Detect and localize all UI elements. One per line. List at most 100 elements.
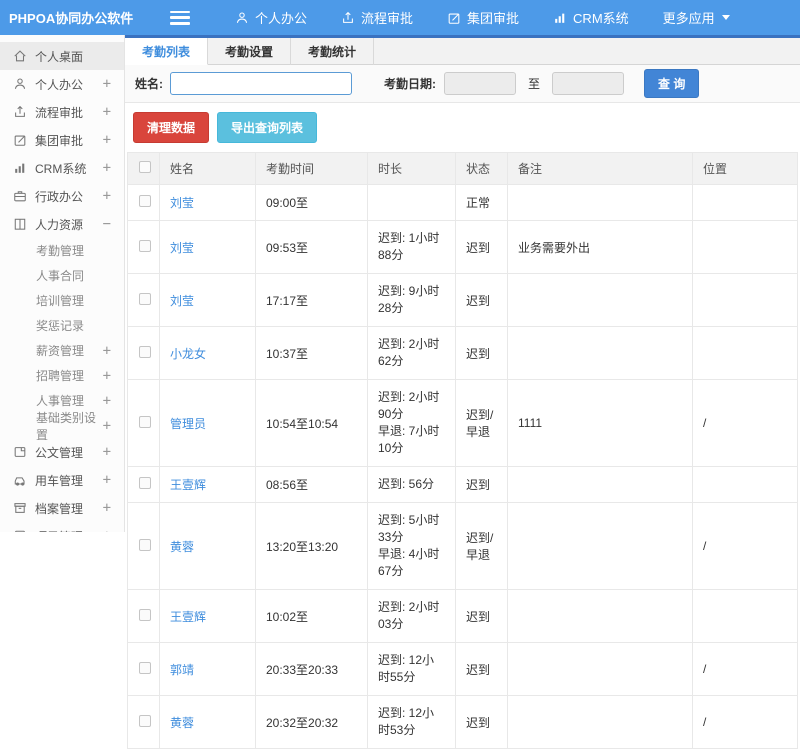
name-cell: 刘莹 bbox=[159, 220, 256, 274]
duration-cell: 迟到: 5小时33分 早退: 4小时67分 bbox=[367, 502, 456, 590]
sidebar-subitem-1[interactable]: 人事合同 bbox=[0, 263, 124, 288]
sidebar-subitem-label: 考勤管理 bbox=[36, 244, 85, 258]
expand-toggle-icon[interactable]: + bbox=[103, 418, 111, 434]
employee-name-link[interactable]: 管理员 bbox=[170, 417, 206, 431]
sidebar-subitem-7[interactable]: 基础类别设置 + bbox=[0, 411, 124, 442]
sidebar-item-9[interactable]: 档案管理 + bbox=[0, 494, 124, 522]
employee-name-link[interactable]: 黄蓉 bbox=[170, 540, 194, 554]
employee-name-link[interactable]: 王壹辉 bbox=[170, 478, 206, 492]
employee-name-link[interactable]: 小龙女 bbox=[170, 347, 206, 361]
expand-toggle-icon[interactable]: + bbox=[103, 500, 111, 516]
sidebar-item-label: 流程审批 bbox=[35, 105, 84, 120]
sidebar-item-0[interactable]: 个人桌面 bbox=[0, 42, 124, 70]
employee-name-link[interactable]: 郭靖 bbox=[170, 663, 194, 677]
doc-icon bbox=[13, 445, 27, 459]
sidebar-subitem-2[interactable]: 培训管理 bbox=[0, 288, 124, 313]
export-list-button[interactable]: 导出查询列表 bbox=[217, 112, 318, 143]
row-checkbox[interactable] bbox=[139, 415, 151, 428]
row-checkbox[interactable] bbox=[139, 477, 151, 489]
sidebar-item-label: 项目管理 bbox=[35, 528, 83, 533]
expand-toggle-icon[interactable]: + bbox=[103, 528, 111, 532]
search-button[interactable]: 查 询 bbox=[644, 69, 700, 98]
nav-item-3[interactable]: CRM系统 bbox=[536, 0, 646, 35]
expand-toggle-icon[interactable]: + bbox=[103, 76, 111, 92]
chart-icon bbox=[13, 161, 27, 175]
sidebar-item-5[interactable]: 行政办公 + bbox=[0, 182, 124, 210]
edit-icon bbox=[13, 133, 27, 147]
status-cell: 迟到/早退 bbox=[455, 379, 508, 467]
sidebar-item-6[interactable]: 人力资源 − bbox=[0, 210, 124, 238]
name-cell: 小龙女 bbox=[159, 326, 256, 380]
sidebar-submenu: 考勤管理 人事合同 培训管理 奖惩记录 薪资管理 + 招聘管理 + 人事管理 + 基础类别设置 + bbox=[0, 238, 124, 442]
tab-0[interactable]: 考勤列表 bbox=[125, 38, 209, 65]
header-checkbox-cell bbox=[127, 152, 160, 185]
sidebar-subitem-label: 薪资管理 bbox=[36, 344, 85, 358]
location-cell: / bbox=[692, 642, 798, 696]
sidebar-item-10[interactable]: 项目管理 + bbox=[0, 522, 124, 532]
menu-icon[interactable] bbox=[170, 10, 190, 25]
sidebar-item-4[interactable]: CRM系统 + bbox=[0, 154, 124, 182]
employee-name-link[interactable]: 刘莹 bbox=[170, 294, 194, 308]
employee-name-link[interactable]: 刘莹 bbox=[170, 196, 194, 210]
expand-toggle-icon[interactable]: + bbox=[103, 444, 111, 460]
row-checkbox[interactable] bbox=[139, 195, 151, 207]
attendance-time-cell: 09:00至 bbox=[255, 184, 368, 221]
actions-bar: 清理数据 导出查询列表 bbox=[125, 103, 800, 152]
location-cell bbox=[692, 466, 798, 503]
expand-toggle-icon[interactable]: − bbox=[103, 216, 111, 232]
employee-name-link[interactable]: 黄蓉 bbox=[170, 716, 194, 730]
sidebar-subitem-0[interactable]: 考勤管理 bbox=[0, 238, 124, 263]
date-from-input[interactable] bbox=[444, 72, 516, 95]
expand-toggle-icon[interactable]: + bbox=[103, 343, 111, 359]
table-body: 刘莹 09:00至 正常 刘莹 09:53至 迟到: 1小时88分 迟到 业务需要外出 刘莹 17… bbox=[127, 184, 798, 749]
tab-2[interactable]: 考勤统计 bbox=[291, 38, 375, 65]
row-checkbox-cell bbox=[127, 326, 160, 380]
date-to-input[interactable] bbox=[552, 72, 625, 95]
top-bar: PHPOA协同办公软件 个人办公 流程审批 集团审批 CRM系统 更多应用 bbox=[0, 0, 800, 35]
sidebar-subitem-label: 招聘管理 bbox=[36, 369, 85, 383]
row-checkbox[interactable] bbox=[139, 608, 151, 621]
expand-toggle-icon[interactable]: + bbox=[103, 188, 111, 204]
row-checkbox[interactable] bbox=[139, 239, 151, 252]
nav-item-label: 个人办公 bbox=[255, 11, 308, 26]
tab-1[interactable]: 考勤设置 bbox=[208, 38, 292, 65]
nav-item-1[interactable]: 流程审批 bbox=[324, 0, 430, 35]
location-cell bbox=[692, 220, 798, 274]
table-row: 黄蓉 13:20至13:20 迟到: 5小时33分 早退: 4小时67分 迟到/早退 / bbox=[127, 502, 798, 590]
sidebar-item-1[interactable]: 个人办公 + bbox=[0, 70, 124, 98]
row-checkbox[interactable] bbox=[139, 714, 151, 727]
expand-toggle-icon[interactable]: + bbox=[103, 368, 111, 384]
row-checkbox[interactable] bbox=[139, 345, 151, 358]
attendance-time-cell: 10:54至10:54 bbox=[255, 379, 368, 467]
row-checkbox[interactable] bbox=[139, 538, 151, 551]
employee-name-link[interactable]: 刘莹 bbox=[170, 241, 194, 255]
status-cell: 迟到 bbox=[455, 220, 508, 274]
location-cell bbox=[692, 326, 798, 380]
expand-toggle-icon[interactable]: + bbox=[103, 104, 111, 120]
sidebar-item-3[interactable]: 集团审批 + bbox=[0, 126, 124, 154]
expand-toggle-icon[interactable]: + bbox=[103, 393, 111, 409]
nav-item-2[interactable]: 集团审批 bbox=[430, 0, 536, 35]
sidebar-subitem-5[interactable]: 招聘管理 + bbox=[0, 363, 124, 388]
sidebar-subitem-label: 培训管理 bbox=[36, 294, 85, 308]
duration-cell: 迟到: 12小时53分 bbox=[367, 695, 456, 749]
expand-toggle-icon[interactable]: + bbox=[103, 132, 111, 148]
expand-toggle-icon[interactable]: + bbox=[103, 160, 111, 176]
sidebar-subitem-4[interactable]: 薪资管理 + bbox=[0, 338, 124, 363]
duration-cell: 迟到: 1小时88分 bbox=[367, 220, 456, 274]
row-checkbox[interactable] bbox=[139, 661, 151, 674]
row-checkbox[interactable] bbox=[139, 292, 151, 305]
clear-data-button[interactable]: 清理数据 bbox=[133, 112, 210, 143]
select-all-checkbox[interactable] bbox=[139, 161, 151, 173]
sidebar-item-2[interactable]: 流程审批 + bbox=[0, 98, 124, 126]
sidebar-item-8[interactable]: 用车管理 + bbox=[0, 466, 124, 494]
name-input[interactable] bbox=[170, 72, 352, 95]
sidebar-item-label: 个人桌面 bbox=[35, 49, 84, 64]
expand-toggle-icon[interactable]: + bbox=[103, 472, 111, 488]
table-header-row: 姓名 考勤时间 时长 状态 备注 位置 bbox=[127, 152, 798, 185]
sidebar-subitem-3[interactable]: 奖惩记录 bbox=[0, 313, 124, 338]
nav-item-4[interactable]: 更多应用 bbox=[646, 0, 753, 35]
name-cell: 黄蓉 bbox=[159, 695, 256, 749]
nav-item-0[interactable]: 个人办公 bbox=[218, 0, 324, 35]
employee-name-link[interactable]: 王壹辉 bbox=[170, 610, 206, 624]
